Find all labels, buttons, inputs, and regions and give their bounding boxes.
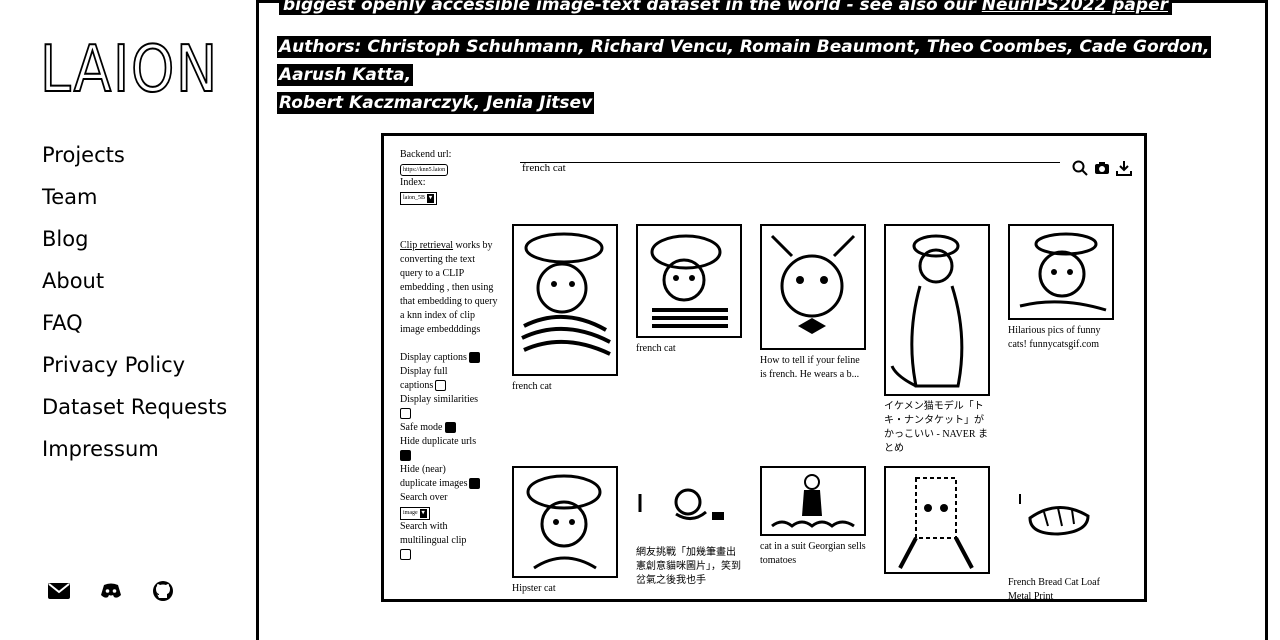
result-caption: french cat xyxy=(636,343,676,354)
display-similarities-label: Display similarities xyxy=(400,394,479,405)
search-over-select[interactable]: image ▾ xyxy=(400,507,430,520)
index-select[interactable]: laion_5B ▾ xyxy=(400,192,438,205)
display-options: Display captions Display full captions D… xyxy=(400,351,500,562)
result-caption: How to tell if your feline is french. He… xyxy=(760,355,860,380)
hide-duplicate-urls-checkbox[interactable] xyxy=(400,450,411,462)
intro-sentence: biggest openly accessible image-text dat… xyxy=(283,0,982,15)
article-content: biggest openly accessible image-text dat… xyxy=(256,0,1268,640)
intro-text: biggest openly accessible image-text dat… xyxy=(279,0,1172,15)
multilingual-label: multilingual clip xyxy=(400,535,467,546)
result-image xyxy=(760,466,866,536)
result-card[interactable]: How to tell if your feline is french. He… xyxy=(760,224,866,382)
nav-about[interactable]: About xyxy=(42,266,227,308)
camera-icon[interactable] xyxy=(1094,160,1110,181)
github-icon[interactable] xyxy=(152,580,174,602)
nav-blog[interactable]: Blog xyxy=(42,224,227,266)
result-card[interactable]: French Bread Cat Loaf Metal Print xyxy=(1008,476,1114,602)
search-over-label: Search over xyxy=(400,492,448,503)
nav-faq[interactable]: FAQ xyxy=(42,308,227,350)
safe-mode-checkbox[interactable] xyxy=(444,422,456,434)
result-caption: cat in a suit Georgian sells tomatoes xyxy=(760,541,866,566)
result-image xyxy=(884,466,990,574)
result-image xyxy=(636,224,742,338)
result-card[interactable]: cat in a suit Georgian sells tomatoes xyxy=(760,466,866,568)
multilingual-checkbox[interactable] xyxy=(400,549,411,561)
index-value: laion_5B xyxy=(403,195,425,201)
search-icon[interactable] xyxy=(1072,160,1088,181)
safe-mode-label: Safe mode xyxy=(400,422,443,433)
chevron-down-icon: ▾ xyxy=(419,509,427,518)
display-similarities-checkbox[interactable] xyxy=(400,408,411,420)
nav-dataset-requests[interactable]: Dataset Requests xyxy=(42,392,227,434)
site-logo[interactable]: LAION xyxy=(39,37,219,103)
result-caption: French Bread Cat Loaf Metal Print xyxy=(1008,577,1100,602)
result-caption: Hipster cat xyxy=(512,583,556,594)
result-card[interactable]: 網友挑戰「加幾筆畫出憲創意貓咪圖片」，笑到岔氣之後我也手 xyxy=(636,466,742,588)
clip-retrieval-link[interactable]: Clip retrieval xyxy=(400,240,453,251)
result-card[interactable]: イケメン猫モデル「トキ・ナンタケット」がかっこいい - NAVER まとめ xyxy=(884,224,990,456)
hide-near-label: Hide (near) xyxy=(400,464,446,475)
authors-text-1: Authors: Christoph Schuhmann, Richard Ve… xyxy=(277,36,1212,86)
search-tools xyxy=(1072,160,1132,181)
result-caption: Hilarious pics of funny cats! funnycatsg… xyxy=(1008,325,1101,350)
retrieval-settings-panel: Backend url: https://knn5.laion Index: l… xyxy=(400,148,500,562)
mail-icon[interactable] xyxy=(48,580,70,602)
hide-duplicate-urls-label: Hide duplicate urls xyxy=(400,436,477,447)
result-card[interactable]: french cat xyxy=(512,224,618,394)
display-full-label: Display full xyxy=(400,366,448,377)
result-card[interactable] xyxy=(884,466,990,578)
display-captions-label: Display captions xyxy=(400,352,467,363)
result-image xyxy=(512,224,618,376)
result-card[interactable]: Hipster cat xyxy=(512,466,618,596)
sidebar-nav: Projects Team Blog About FAQ Privacy Pol… xyxy=(42,140,227,476)
description-text: works by converting the text query to a … xyxy=(400,240,498,335)
nav-impressum[interactable]: Impressum xyxy=(42,434,227,476)
nav-privacy-policy[interactable]: Privacy Policy xyxy=(42,350,227,392)
sidebar: LAION Projects Team Blog About FAQ Priva… xyxy=(0,0,256,633)
result-image xyxy=(884,224,990,396)
result-caption: french cat xyxy=(512,381,552,392)
duplicate-images-label: duplicate images xyxy=(400,478,468,489)
result-image xyxy=(760,224,866,350)
search-underline xyxy=(520,162,1060,163)
search-query-input[interactable]: french cat xyxy=(522,162,566,174)
result-card[interactable]: Hilarious pics of funny cats! funnycatsg… xyxy=(1008,224,1114,352)
result-image xyxy=(636,466,742,542)
index-label: Index: xyxy=(400,177,426,188)
backend-url-input[interactable]: https://knn5.laion xyxy=(400,164,449,176)
hide-duplicate-images-checkbox[interactable] xyxy=(469,478,481,490)
result-caption: 網友挑戰「加幾筆畫出憲創意貓咪圖片」，笑到岔氣之後我也手 xyxy=(636,547,741,586)
retrieval-description: Clip retrieval works by converting the t… xyxy=(400,239,500,337)
nav-projects[interactable]: Projects xyxy=(42,140,227,182)
nav-team[interactable]: Team xyxy=(42,182,227,224)
search-over-value: image xyxy=(403,510,418,516)
clip-retrieval-screenshot: Backend url: https://knn5.laion Index: l… xyxy=(381,133,1147,602)
captions-label: captions xyxy=(400,380,434,391)
download-icon[interactable] xyxy=(1116,160,1132,181)
backend-label: Backend url: xyxy=(400,149,452,160)
display-captions-checkbox[interactable] xyxy=(468,352,480,364)
social-links xyxy=(48,580,174,602)
display-full-captions-checkbox[interactable] xyxy=(435,380,447,392)
paper-link[interactable]: NeurIPS2022 paper xyxy=(982,0,1168,15)
search-with-label: Search with xyxy=(400,521,448,532)
result-card[interactable]: french cat xyxy=(636,224,742,356)
result-image xyxy=(1008,476,1114,572)
result-caption: イケメン猫モデル「トキ・ナンタケット」がかっこいい - NAVER まとめ xyxy=(884,401,988,454)
authors-line: Authors: Christoph Schuhmann, Richard Ve… xyxy=(277,33,1237,117)
authors-text-2: Robert Kaczmarczyk, Jenia Jitsev xyxy=(277,92,595,114)
chevron-down-icon: ▾ xyxy=(427,194,435,203)
discord-icon[interactable] xyxy=(100,580,122,602)
result-image xyxy=(512,466,618,578)
result-image xyxy=(1008,224,1114,320)
